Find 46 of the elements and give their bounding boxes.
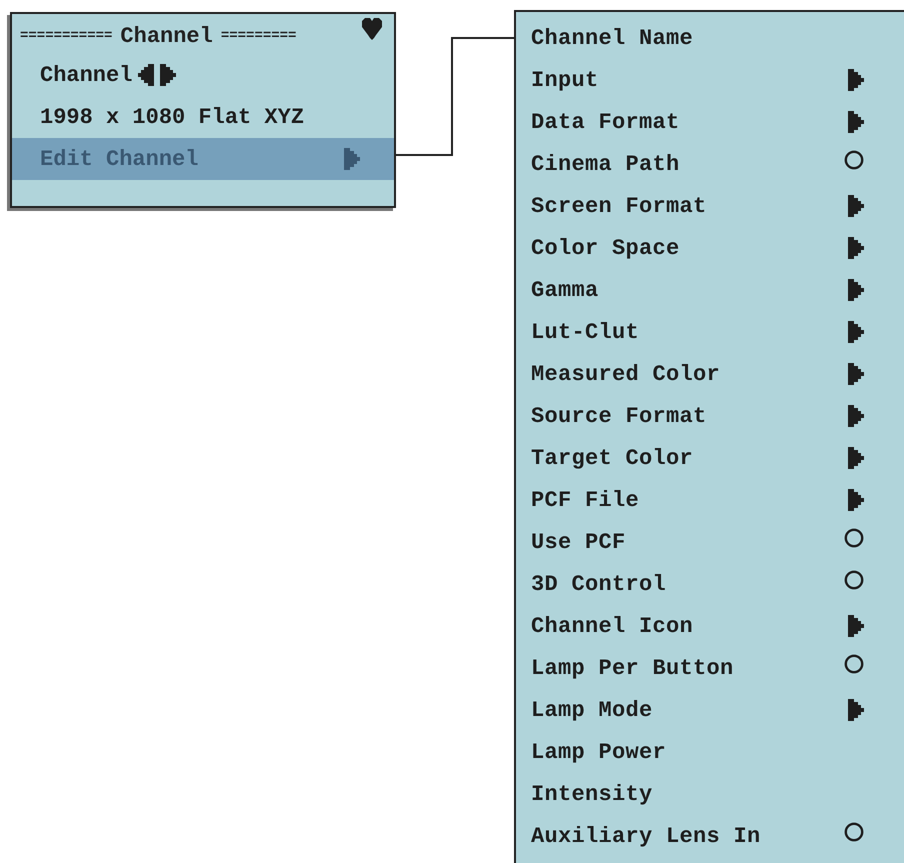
menu-item[interactable]: Cinema Path bbox=[516, 143, 904, 185]
title-rule: ========= bbox=[220, 28, 296, 44]
menu-item[interactable]: Lamp Power bbox=[516, 731, 904, 773]
right-arrow-icon bbox=[848, 699, 864, 721]
heart-icon bbox=[362, 18, 382, 40]
menu-item[interactable]: Screen Format bbox=[516, 185, 904, 227]
circle-icon bbox=[844, 654, 864, 674]
menu-item[interactable]: Target Color bbox=[516, 437, 904, 479]
right-arrow-icon bbox=[848, 111, 864, 133]
circle-icon bbox=[844, 528, 864, 548]
menu-item[interactable]: Color Space bbox=[516, 227, 904, 269]
menu-item[interactable]: Lamp Mode bbox=[516, 689, 904, 731]
right-arrow-icon bbox=[848, 69, 864, 91]
circle-icon bbox=[844, 150, 864, 170]
menu-item[interactable]: PCF File bbox=[516, 479, 904, 521]
right-arrow-icon bbox=[848, 615, 864, 637]
circle-icon bbox=[844, 570, 864, 590]
menu-item[interactable]: Source Format bbox=[516, 395, 904, 437]
right-arrow-icon bbox=[848, 279, 864, 301]
channel-format[interactable]: 1998 x 1080 Flat XYZ bbox=[12, 96, 394, 138]
title-rule: =========== bbox=[20, 28, 112, 44]
right-arrow-icon bbox=[848, 363, 864, 385]
menu-item[interactable]: Intensity bbox=[516, 773, 904, 815]
menu-item[interactable]: Lut-Clut bbox=[516, 311, 904, 353]
menu-item[interactable]: Lamp Per Button bbox=[516, 647, 904, 689]
menu-item[interactable]: Channel Icon bbox=[516, 605, 904, 647]
menu-item[interactable]: Data Format bbox=[516, 101, 904, 143]
right-arrow-icon bbox=[848, 405, 864, 427]
circle-icon bbox=[844, 822, 864, 842]
menu-item[interactable]: 3D Control bbox=[516, 563, 904, 605]
right-arrow-icon bbox=[848, 447, 864, 469]
right-arrow-icon bbox=[848, 321, 864, 343]
left-arrow-icon bbox=[138, 64, 154, 86]
right-arrow-icon bbox=[848, 489, 864, 511]
right-arrow-icon bbox=[848, 195, 864, 217]
menu-item[interactable]: Channel Name bbox=[516, 17, 904, 59]
right-arrow-icon bbox=[160, 64, 176, 86]
menu-item[interactable]: Measured Color bbox=[516, 353, 904, 395]
panel-title: Channel bbox=[120, 24, 213, 48]
menu-item[interactable]: Input bbox=[516, 59, 904, 101]
right-arrow-icon bbox=[848, 237, 864, 259]
menu-row[interactable]: Channel bbox=[12, 54, 394, 96]
right-arrow-icon bbox=[344, 148, 360, 170]
menu-item[interactable]: Use PCF bbox=[516, 521, 904, 563]
menu-item[interactable]: Gamma bbox=[516, 269, 904, 311]
menu-item[interactable]: Auxiliary Lens In bbox=[516, 815, 904, 857]
